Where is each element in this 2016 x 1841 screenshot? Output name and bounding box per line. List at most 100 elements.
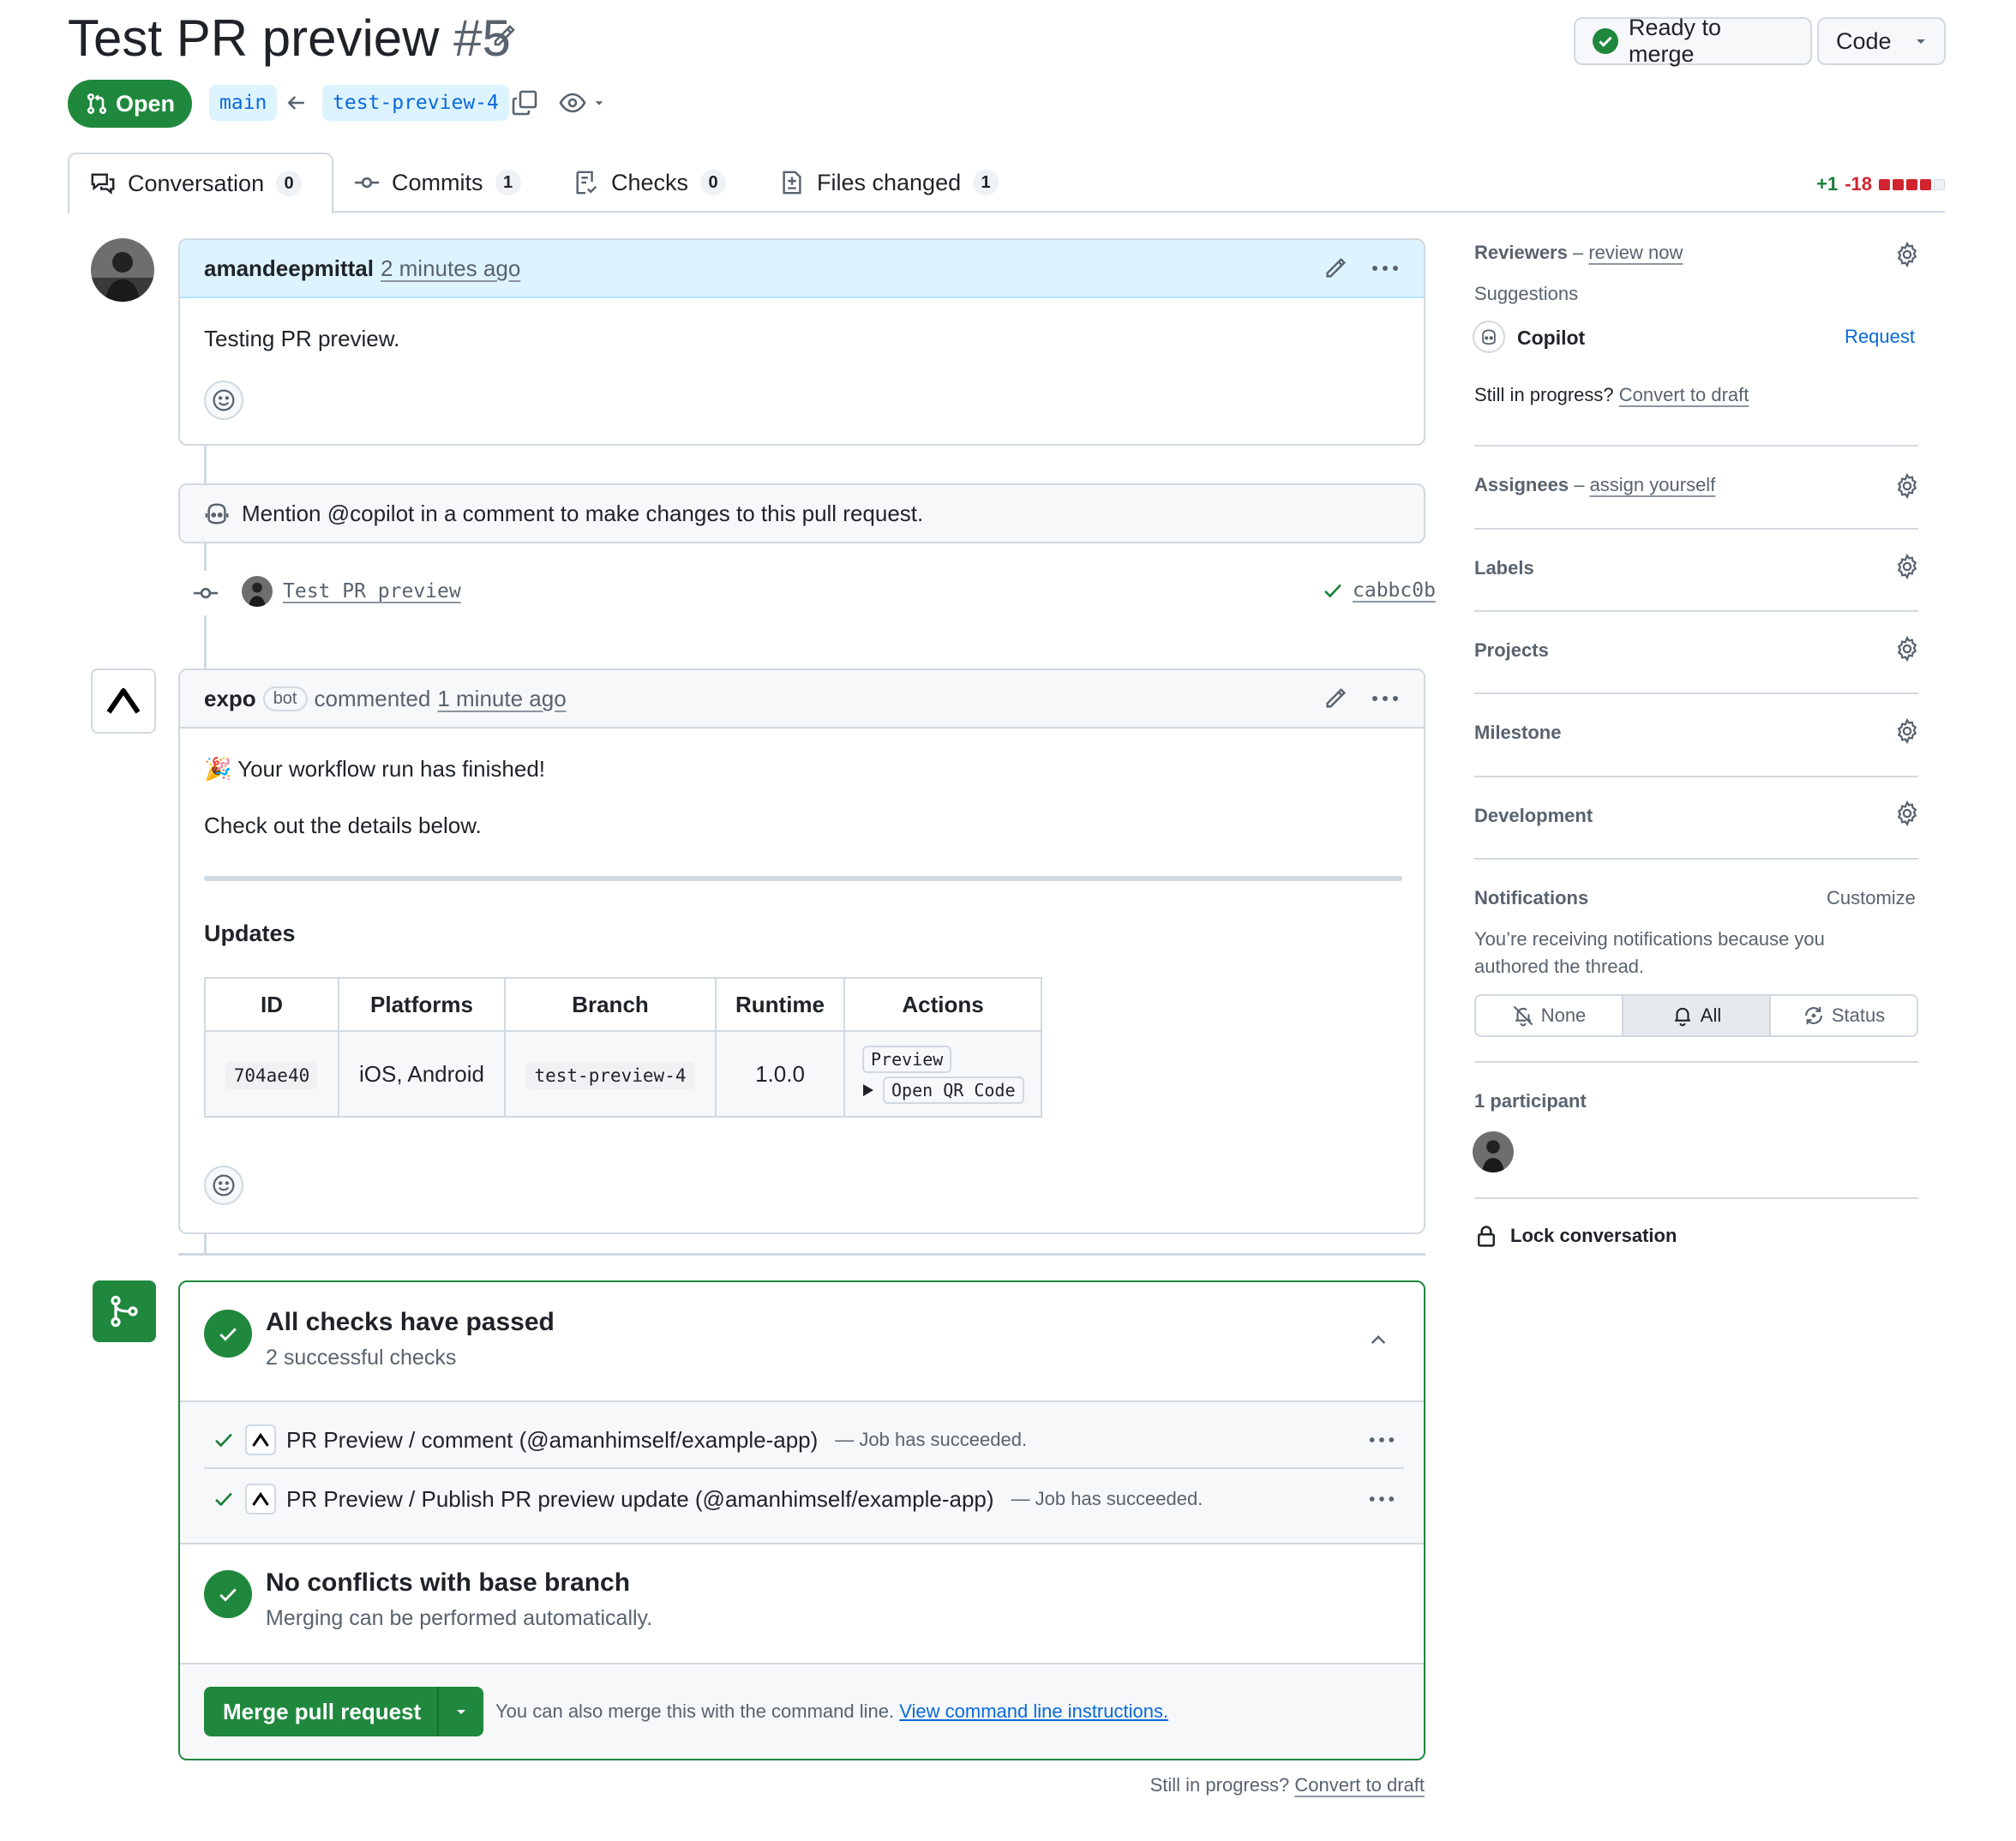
comment-box: amandeepmittal 2 minutes ago Testing PR … xyxy=(178,238,1425,446)
smiley-icon xyxy=(212,388,236,412)
kebab-horizontal-icon[interactable] xyxy=(1371,694,1400,703)
notification-toggle: None All Status xyxy=(1474,994,1918,1037)
assign-yourself-link[interactable]: assign yourself xyxy=(1590,474,1716,495)
check-status: — Job has succeeded. xyxy=(835,1429,1028,1450)
triangle-right-icon xyxy=(862,1083,874,1097)
bell-slash-icon xyxy=(1512,1004,1534,1027)
diffstat-deletions: -18 xyxy=(1845,173,1872,195)
expo-logo-icon xyxy=(106,687,141,716)
sidebar-convert-to-draft-link[interactable]: Convert to draft xyxy=(1619,384,1749,405)
add-reaction-button[interactable] xyxy=(204,381,243,420)
check-icon xyxy=(213,1429,235,1451)
comment-verb: commented xyxy=(314,685,431,711)
copilot-avatar xyxy=(1473,321,1505,353)
commit-message[interactable]: Test PR preview xyxy=(283,580,461,603)
timeline-break xyxy=(178,1253,1425,1256)
projects-heading: Projects xyxy=(1474,639,1549,661)
file-diff-icon xyxy=(779,170,805,195)
comment-body: Testing PR preview. xyxy=(204,326,400,351)
tab-label: Commits xyxy=(392,169,483,195)
labels-heading: Labels xyxy=(1474,557,1534,579)
convert-to-draft-link[interactable]: Convert to draft xyxy=(1294,1774,1425,1796)
commit-sha[interactable]: cabbc0b xyxy=(1353,579,1436,602)
code-button[interactable]: Code xyxy=(1817,17,1946,65)
comment-time[interactable]: 2 minutes ago xyxy=(381,255,520,282)
cli-instructions-link[interactable]: View command line instructions. xyxy=(899,1700,1168,1722)
edit-icon[interactable] xyxy=(1323,255,1348,281)
review-now-link[interactable]: review now xyxy=(1588,242,1683,263)
comment-author[interactable]: expo xyxy=(204,686,256,712)
tab-count: 1 xyxy=(495,170,521,195)
lock-icon xyxy=(1474,1224,1498,1248)
edit-title-icon[interactable] xyxy=(490,22,518,50)
tab-label: Conversation xyxy=(128,170,265,196)
gear-icon[interactable] xyxy=(1894,473,1920,499)
list-item[interactable]: PR Preview / comment (@amanhimself/examp… xyxy=(204,1412,1404,1469)
commit-avatar[interactable] xyxy=(242,576,273,607)
gear-icon[interactable] xyxy=(1894,242,1920,267)
head-branch-tag[interactable]: test-preview-4 xyxy=(322,85,509,121)
tab-count: 0 xyxy=(700,170,727,195)
kebab-horizontal-icon[interactable] xyxy=(1368,1495,1395,1503)
participant-avatar[interactable] xyxy=(1473,1131,1514,1172)
cli-hint: You can also merge this with the command… xyxy=(495,1700,1168,1723)
comment-author[interactable]: amandeepmittal xyxy=(204,255,374,282)
update-platforms: iOS, Android xyxy=(338,1030,506,1118)
edit-icon[interactable] xyxy=(1323,686,1348,711)
list-item[interactable]: PR Preview / Publish PR preview update (… xyxy=(204,1471,1404,1527)
customize-link[interactable]: Customize xyxy=(1827,887,1916,909)
comment-header: amandeepmittal 2 minutes ago xyxy=(180,240,1424,298)
add-reaction-button[interactable] xyxy=(204,1166,243,1205)
comment-discussion-icon xyxy=(90,171,116,196)
tab-checks[interactable]: Checks 0 xyxy=(553,153,747,213)
comment-time[interactable]: 1 minute ago xyxy=(437,686,566,712)
merge-options-dropdown[interactable] xyxy=(437,1687,483,1736)
notif-option-all[interactable]: All xyxy=(1623,996,1771,1035)
check-icon xyxy=(1322,579,1344,602)
assignees-label: Assignees xyxy=(1474,474,1569,495)
conflicts-subtitle: Merging can be performed automatically. xyxy=(266,1606,653,1630)
table-header: Branch xyxy=(504,977,717,1032)
checks-subtitle: 2 successful checks xyxy=(266,1346,457,1370)
chevron-up-icon[interactable] xyxy=(1367,1328,1389,1351)
check-name: PR Preview / comment (@amanhimself/examp… xyxy=(286,1426,819,1453)
watch-menu[interactable] xyxy=(559,89,605,117)
tab-files-changed[interactable]: Files changed 1 xyxy=(759,153,1019,213)
gear-icon[interactable] xyxy=(1894,718,1920,744)
preview-link[interactable]: Preview xyxy=(862,1045,952,1073)
qr-code-disclosure[interactable]: Open QR Code xyxy=(862,1076,1041,1104)
checks-title: All checks have passed xyxy=(266,1308,555,1336)
diffstat: +1 -18 xyxy=(1816,173,1945,195)
request-review-link[interactable]: Request xyxy=(1845,326,1915,348)
sidebar-divider xyxy=(1474,610,1918,612)
kebab-horizontal-icon[interactable] xyxy=(1368,1436,1395,1444)
table-header: ID xyxy=(204,977,339,1032)
avatar[interactable] xyxy=(91,238,154,302)
horizontal-rule xyxy=(204,876,1402,881)
notif-option-status[interactable]: Status xyxy=(1771,996,1917,1035)
open-qr-code[interactable]: Open QR Code xyxy=(883,1076,1024,1104)
assignees-heading: Assignees – assign yourself xyxy=(1474,474,1715,496)
gear-icon[interactable] xyxy=(1894,801,1920,826)
lock-conversation-button[interactable]: Lock conversation xyxy=(1474,1224,1677,1248)
bot-badge: bot xyxy=(262,686,308,711)
sidebar-divider xyxy=(1474,858,1918,860)
expo-avatar[interactable] xyxy=(91,669,156,734)
bot-comment-line2: Check out the details below. xyxy=(204,813,482,838)
gear-icon[interactable] xyxy=(1894,636,1920,662)
merge-pull-request-button[interactable]: Merge pull request xyxy=(204,1699,437,1725)
conflicts-summary: No conflicts with base branch Merging ca… xyxy=(180,1544,1424,1664)
caret-down-icon xyxy=(1914,34,1928,48)
check-circle-icon xyxy=(204,1310,252,1358)
kebab-horizontal-icon[interactable] xyxy=(1371,264,1400,273)
ready-to-merge-button[interactable]: Ready to merge xyxy=(1574,15,1812,67)
tab-conversation[interactable]: Conversation 0 xyxy=(68,153,333,214)
conflicts-title: No conflicts with base branch xyxy=(266,1568,631,1597)
notif-option-none[interactable]: None xyxy=(1476,996,1623,1035)
base-branch-tag[interactable]: main xyxy=(209,85,278,121)
tab-commits[interactable]: Commits 1 xyxy=(333,153,542,213)
merge-box: All checks have passed 2 successful chec… xyxy=(178,1280,1425,1760)
table-header: Platforms xyxy=(338,977,506,1032)
copy-icon[interactable] xyxy=(511,89,538,117)
gear-icon[interactable] xyxy=(1894,554,1920,579)
